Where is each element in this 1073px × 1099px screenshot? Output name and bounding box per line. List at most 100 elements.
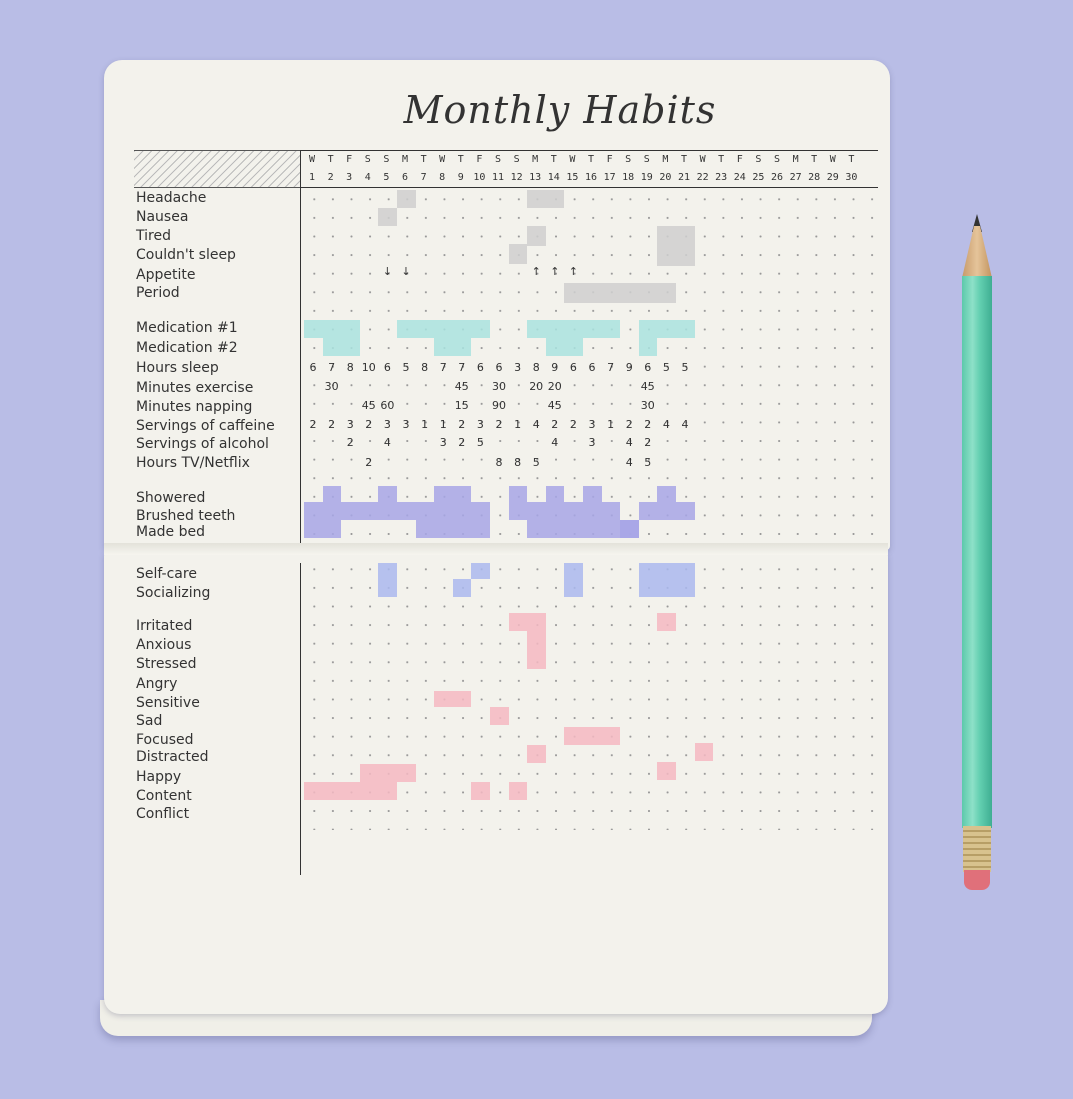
day-letter: T [718, 154, 725, 165]
day-number: 27 [789, 172, 802, 183]
day-letter: W [699, 154, 706, 165]
habit-value: 5 [662, 361, 670, 374]
header-hatch [134, 150, 300, 188]
habit-value: 4 [383, 436, 391, 449]
mood-label: Irritated [136, 618, 193, 634]
habit-value: 7 [328, 361, 336, 374]
header-top-rule [300, 150, 878, 151]
habit-cell-pink [359, 764, 416, 782]
habit-label: Servings of caffeine [136, 418, 275, 434]
habit-value: 2 [365, 418, 373, 431]
habit-value: 5 [644, 456, 652, 469]
habit-cell-gray [564, 283, 676, 303]
pencil-tip [962, 226, 992, 278]
day-number: 16 [584, 172, 598, 183]
habit-cell-blue [638, 563, 695, 597]
habit-cell-blue [564, 563, 583, 597]
habit-value: 3 [588, 436, 596, 449]
header-bottom-rule [300, 187, 878, 188]
day-letter: M [662, 154, 669, 165]
habit-label: Hours TV/Netflix [136, 455, 250, 471]
habit-label: Showered [136, 490, 206, 506]
day-letter: T [811, 154, 818, 165]
day-number: 17 [603, 172, 616, 183]
habit-value: 5 [402, 361, 410, 374]
day-letter: F [346, 154, 353, 165]
habit-value: 9 [625, 361, 633, 374]
habit-cell-teal [638, 320, 695, 338]
habit-cell-pink [694, 743, 714, 761]
day-number: 9 [457, 172, 464, 183]
habit-value: 5 [681, 361, 689, 374]
habit-value: 2 [569, 418, 577, 431]
habit-value: 2 [644, 418, 652, 431]
habit-cell-blue [378, 563, 397, 597]
habit-value: 6 [588, 361, 596, 374]
day-number: 26 [770, 172, 784, 183]
habit-value: 3 [383, 418, 391, 431]
day-letter: M [532, 154, 539, 165]
habit-cell-purple [415, 502, 490, 538]
habit-cell-purple [508, 502, 583, 520]
day-number: 21 [677, 172, 691, 183]
mood-label: Happy [136, 769, 182, 785]
habit-cell-pink [434, 691, 472, 707]
habit-value: 8 [421, 361, 429, 374]
habit-cell-purple [397, 502, 416, 520]
habit-value: ↓ [382, 265, 392, 278]
habit-label: Made bed [136, 524, 205, 540]
habit-label: Appetite [136, 267, 196, 283]
habit-cell-teal [527, 320, 621, 338]
habit-value: 1 [421, 418, 429, 431]
habit-cell-gray [527, 226, 546, 246]
habit-label: Couldn't sleep [136, 247, 236, 263]
day-letter: F [606, 154, 613, 165]
mood-label: Focused [136, 732, 194, 748]
habit-value: 2 [309, 418, 317, 431]
habit-value: 20 [547, 380, 562, 393]
habit-label: Minutes napping [136, 399, 253, 415]
habit-value: 2 [644, 436, 652, 449]
habit-value: 10 [361, 361, 376, 374]
habit-cell-pink [564, 727, 621, 745]
day-number: 13 [529, 172, 542, 183]
day-number: 7 [420, 172, 427, 183]
day-letter: F [476, 154, 483, 165]
habit-value: 4 [551, 436, 559, 449]
habit-value: 45 [361, 399, 376, 412]
habit-cell-pink [527, 745, 546, 763]
habit-value: 4 [625, 456, 633, 469]
day-number: 3 [346, 172, 353, 183]
habit-value: 3 [402, 418, 410, 431]
habit-cell-pink [471, 782, 490, 800]
habit-cell-gray [378, 208, 397, 226]
day-number: 8 [439, 172, 446, 183]
habit-value: 4 [662, 418, 670, 431]
habit-value: 2 [458, 436, 466, 449]
habit-value: ↑ [550, 265, 560, 278]
day-number: 23 [715, 172, 728, 183]
habit-cell-purple [583, 486, 602, 502]
day-letter: T [420, 154, 427, 165]
day-number: 5 [383, 172, 390, 183]
day-letter: T [848, 154, 855, 165]
habit-value: 3 [346, 418, 354, 431]
habit-value: 7 [607, 361, 615, 374]
day-number: 11 [491, 172, 505, 183]
habit-value: 3 [588, 418, 596, 431]
pencil-eraser [964, 870, 990, 890]
day-number: 20 [659, 172, 672, 183]
habit-value: 15 [454, 399, 469, 412]
habit-value: ↑ [568, 265, 578, 278]
day-number: 4 [364, 172, 371, 183]
habit-cell-pink [508, 613, 546, 631]
habit-cell-teal [545, 338, 583, 356]
habit-value: 8 [346, 361, 354, 374]
photo-scene: Monthly Habits W 1 T 2 F 3 S 4 S 5 M 6 T 7 W 8 T 9 F 10 S 11 S… [0, 0, 1073, 1099]
habit-value: 2 [458, 418, 466, 431]
day-letter: S [643, 154, 650, 165]
pencil-ferrule [963, 826, 991, 872]
habit-label: Servings of alcohol [136, 436, 269, 452]
habit-cell-blue [471, 563, 490, 579]
habit-cell-teal [322, 338, 360, 356]
